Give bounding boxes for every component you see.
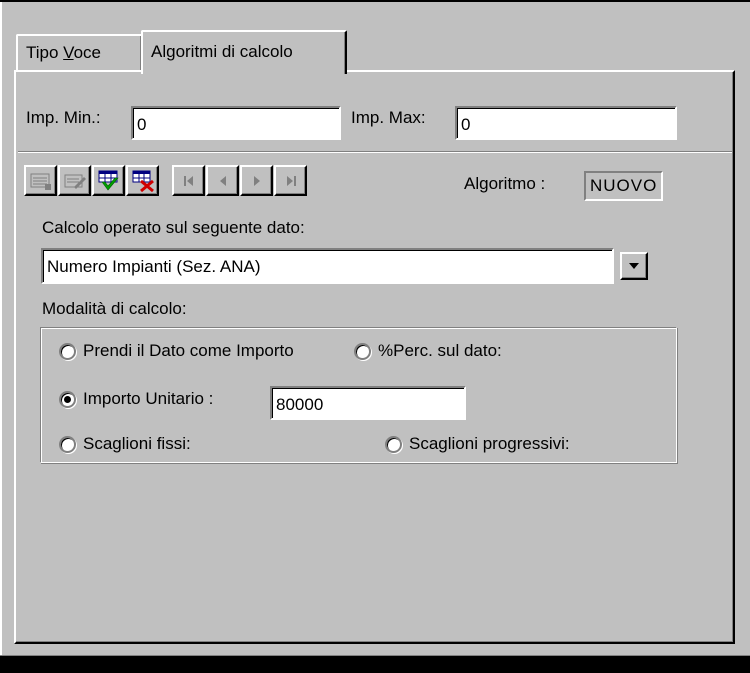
radio-scaglioni-progressivi-label[interactable]: Scaglioni progressivi: xyxy=(409,433,570,455)
imp-min-input[interactable]: 0 xyxy=(131,106,341,140)
imp-max-input[interactable]: 0 xyxy=(455,106,677,140)
chevron-down-icon xyxy=(629,263,639,269)
tab-algoritmi-di-calcolo[interactable]: Algoritmi di calcolo xyxy=(141,30,347,74)
calcolo-dropdown-button[interactable] xyxy=(620,252,648,280)
next-record-button[interactable] xyxy=(240,165,273,196)
next-record-icon xyxy=(253,175,260,186)
edit-record-icon xyxy=(64,174,86,189)
imp-min-label: Imp. Min.: xyxy=(26,108,101,127)
calcolo-select[interactable]: Numero Impianti (Sez. ANA) xyxy=(41,248,614,284)
tab-tipo-voce-label-suffix: oce xyxy=(73,43,101,62)
radio-importo-unitario-label[interactable]: Importo Unitario : xyxy=(83,388,213,410)
save-record-icon xyxy=(98,170,119,190)
radio-scaglioni-fissi[interactable] xyxy=(59,436,76,453)
radio-importo-unitario[interactable] xyxy=(59,391,76,408)
tab-algoritmi-label: Algoritmi di calcolo xyxy=(151,42,293,61)
algoritmo-label: Algoritmo : xyxy=(464,174,546,193)
radio-perc-dato-label[interactable]: %Perc. sul dato: xyxy=(378,340,502,362)
tab-tipo-voce-accelerator: V xyxy=(63,43,74,62)
delete-record-button[interactable] xyxy=(126,165,159,196)
algoritmo-status-value: NUOVO xyxy=(584,171,664,201)
new-record-button[interactable] xyxy=(24,165,57,196)
active-tab-joint xyxy=(143,70,343,73)
radio-selected-dot xyxy=(64,396,71,403)
radio-perc-dato[interactable] xyxy=(354,343,371,360)
divider xyxy=(18,151,732,153)
radio-scaglioni-progressivi[interactable] xyxy=(385,436,402,453)
previous-record-button[interactable] xyxy=(206,165,239,196)
imp-max-label: Imp. Max: xyxy=(351,108,426,127)
first-record-icon xyxy=(183,175,193,186)
edit-record-button[interactable] xyxy=(58,165,91,196)
new-record-icon xyxy=(30,173,51,190)
window-bottom-edge xyxy=(0,656,750,673)
last-record-button[interactable] xyxy=(274,165,307,196)
radio-scaglioni-fissi-label[interactable]: Scaglioni fissi: xyxy=(83,433,191,455)
first-record-button[interactable] xyxy=(172,165,205,196)
tab-tipo-voce-label-prefix: Tipo xyxy=(26,43,64,62)
modalita-label: Modalità di calcolo: xyxy=(42,299,187,318)
importo-unitario-input[interactable]: 80000 xyxy=(270,386,466,420)
save-record-button[interactable] xyxy=(92,165,125,196)
radio-prendi-dato-label[interactable]: Prendi il Dato come Importo xyxy=(83,340,294,362)
radio-prendi-dato[interactable] xyxy=(59,343,76,360)
delete-record-icon xyxy=(132,170,154,192)
previous-record-icon xyxy=(219,175,226,186)
window-top-edge xyxy=(0,0,750,2)
tab-tipo-voce[interactable]: Tipo Voce xyxy=(16,34,143,72)
calcolo-label: Calcolo operato sul seguente dato: xyxy=(42,218,305,237)
last-record-icon xyxy=(286,175,296,186)
